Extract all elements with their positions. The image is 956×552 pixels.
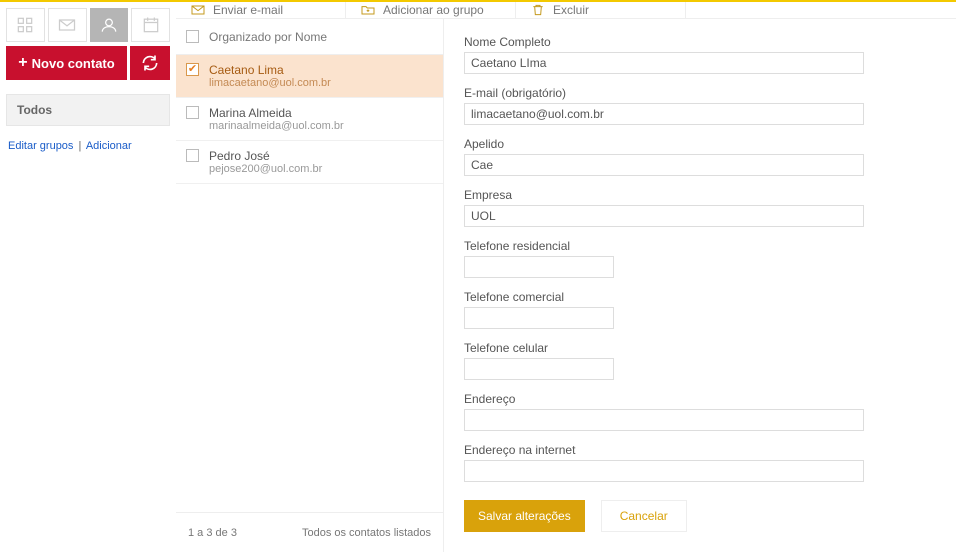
send-email-button[interactable]: Enviar e-mail [176,2,346,18]
address-field[interactable] [464,409,864,431]
toolbar-label: Adicionar ao grupo [383,3,484,17]
select-all-checkbox[interactable] [186,30,199,43]
grid-icon [15,15,35,35]
refresh-button[interactable] [130,46,170,80]
toolbar: Enviar e-mail Adicionar ao grupo Excluir [176,2,956,19]
cancel-button[interactable]: Cancelar [601,500,687,532]
contact-row[interactable]: Caetano Lima limacaetano@uol.com.br [176,55,443,98]
list-range: 1 a 3 de 3 [188,527,237,539]
list-footer: 1 a 3 de 3 Todos os contatos listados [176,512,443,552]
sidebar: + Novo contato Todos Editar grupos | Adi… [0,2,176,500]
home-phone-label: Telefone residencial [464,239,936,253]
save-button[interactable]: Salvar alterações [464,500,585,532]
edit-groups-link[interactable]: Editar grupos [8,140,73,152]
full-name-field[interactable] [464,52,864,74]
email-label: E-mail (obrigatório) [464,86,936,100]
mobile-phone-field[interactable] [464,358,614,380]
contact-email: pejose200@uol.com.br [209,163,322,175]
toolbar-label: Enviar e-mail [213,3,283,17]
address-label: Endereço [464,392,936,406]
home-phone-field[interactable] [464,256,614,278]
company-label: Empresa [464,188,936,202]
contact-form: Nome Completo E-mail (obrigatório) Apeli… [444,19,956,552]
nav-contacts-button[interactable] [90,8,129,42]
contact-name: Marina Almeida [209,106,344,120]
list-status: Todos os contatos listados [302,527,431,539]
row-checkbox[interactable] [186,63,199,76]
refresh-icon [140,53,160,73]
separator: | [79,140,82,152]
list-header: Organizado por Nome [176,19,443,55]
plus-icon: + [18,55,27,71]
trash-icon [530,2,546,18]
nav-apps-button[interactable] [6,8,45,42]
nickname-field[interactable] [464,154,864,176]
contact-name: Pedro José [209,149,322,163]
contact-email: limacaetano@uol.com.br [209,77,331,89]
toolbar-label: Excluir [553,3,589,17]
contact-email: marinaalmeida@uol.com.br [209,120,344,132]
contact-row[interactable]: Marina Almeida marinaalmeida@uol.com.br [176,98,443,141]
work-phone-field[interactable] [464,307,614,329]
sort-label[interactable]: Organizado por Nome [209,30,327,44]
delete-button[interactable]: Excluir [516,2,686,18]
company-field[interactable] [464,205,864,227]
row-checkbox[interactable] [186,149,199,162]
group-all[interactable]: Todos [6,94,170,126]
contact-row[interactable]: Pedro José pejose200@uol.com.br [176,141,443,184]
new-contact-button[interactable]: + Novo contato [6,46,127,80]
mail-icon [57,15,77,35]
nickname-label: Apelido [464,137,936,151]
contact-name: Caetano Lima [209,63,331,77]
internet-address-field[interactable] [464,460,864,482]
internet-address-label: Endereço na internet [464,443,936,457]
new-contact-label: Novo contato [32,56,115,71]
work-phone-label: Telefone comercial [464,290,936,304]
contact-list: Organizado por Nome Caetano Lima limacae… [176,19,444,552]
full-name-label: Nome Completo [464,35,936,49]
nav-calendar-button[interactable] [131,8,170,42]
add-group-link[interactable]: Adicionar [86,140,132,152]
envelope-icon [190,2,206,18]
email-field[interactable] [464,103,864,125]
nav-mail-button[interactable] [48,8,87,42]
mobile-phone-label: Telefone celular [464,341,936,355]
folder-add-icon [360,2,376,18]
calendar-icon [141,15,161,35]
add-to-group-button[interactable]: Adicionar ao grupo [346,2,516,18]
row-checkbox[interactable] [186,106,199,119]
contacts-icon [99,15,119,35]
